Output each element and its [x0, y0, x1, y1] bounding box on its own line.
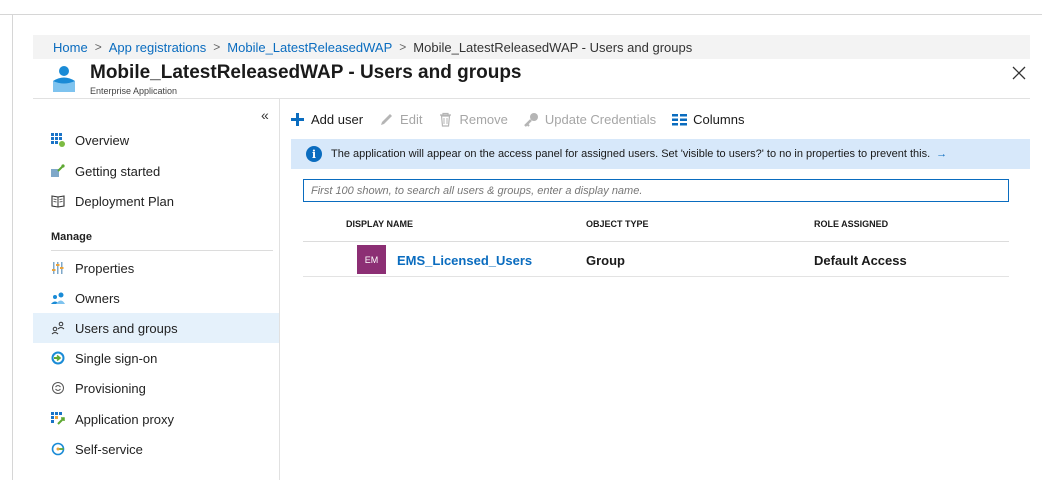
- sidebar-item-provisioning[interactable]: Provisioning: [33, 373, 279, 403]
- info-banner: i The application will appear on the acc…: [291, 139, 1030, 169]
- sidebar-item-properties[interactable]: Properties: [33, 253, 279, 283]
- sidebar: « Overview Getting started Deployment Pl…: [33, 99, 280, 480]
- breadcrumb-separator: >: [213, 40, 221, 54]
- sidebar-item-overview[interactable]: Overview: [33, 125, 279, 155]
- trash-icon: [438, 112, 453, 127]
- section-title-manage: Manage: [51, 231, 92, 243]
- sidebar-item-label: Provisioning: [75, 380, 146, 396]
- pencil-icon: [379, 112, 394, 127]
- sidebar-item-label: Properties: [75, 260, 135, 276]
- columns-button[interactable]: Columns: [672, 112, 744, 127]
- info-banner-text: The application will appear on the acces…: [331, 148, 931, 160]
- overview-icon: [51, 133, 65, 147]
- provisioning-icon: [51, 381, 65, 395]
- column-header-display-name[interactable]: DISPLAY NAME: [346, 219, 413, 229]
- column-header-role-assigned[interactable]: ROLE ASSIGNED: [814, 219, 888, 229]
- sidebar-item-getting-started[interactable]: Getting started: [33, 156, 279, 186]
- sidebar-item-label: Getting started: [75, 163, 161, 179]
- page-header: Mobile_LatestReleasedWAP - Users and gro…: [33, 59, 1030, 99]
- update-credentials-label: Update Credentials: [544, 111, 657, 127]
- edit-label: Edit: [400, 111, 423, 127]
- add-user-button[interactable]: Add user: [290, 112, 363, 127]
- add-user-label: Add user: [311, 111, 364, 127]
- book-icon: [51, 194, 65, 208]
- role-assigned-cell: Default Access: [814, 253, 907, 268]
- sidebar-item-label: Application proxy: [75, 411, 174, 427]
- sidebar-item-single-sign-on[interactable]: Single sign-on: [33, 343, 279, 373]
- breadcrumb-separator: >: [94, 40, 102, 54]
- breadcrumb-app[interactable]: Mobile_LatestReleasedWAP: [227, 40, 392, 55]
- columns-label: Columns: [693, 111, 745, 127]
- table-row[interactable]: EM EMS_Licensed_Users Group Default Acce…: [303, 244, 1009, 277]
- remove-label: Remove: [459, 111, 508, 127]
- breadcrumb-separator: >: [399, 40, 407, 54]
- sidebar-item-label: Single sign-on: [75, 350, 158, 366]
- owners-icon: [51, 291, 65, 305]
- users-groups-icon: [51, 321, 65, 335]
- breadcrumb: Home > App registrations > Mobile_Latest…: [33, 35, 1030, 59]
- sidebar-item-users-and-groups[interactable]: Users and groups: [33, 313, 279, 343]
- display-name-link[interactable]: EMS_Licensed_Users: [397, 253, 532, 268]
- table-header-divider: [303, 241, 1009, 242]
- search-input[interactable]: [303, 179, 1009, 202]
- enterprise-app-icon: [53, 66, 75, 92]
- column-header-object-type[interactable]: OBJECT TYPE: [586, 219, 649, 229]
- close-icon[interactable]: [1010, 64, 1028, 82]
- arrow-right-icon[interactable]: →: [936, 148, 947, 160]
- avatar: EM: [357, 245, 386, 274]
- object-type-cell: Group: [586, 253, 625, 268]
- page-title: Mobile_LatestReleasedWAP - Users and gro…: [90, 62, 522, 83]
- key-icon: [523, 112, 539, 127]
- breadcrumb-home[interactable]: Home: [53, 40, 88, 55]
- section-divider: [51, 250, 273, 251]
- breadcrumb-app-registrations[interactable]: App registrations: [109, 40, 207, 55]
- app-proxy-icon: [51, 412, 65, 426]
- edit-button[interactable]: Edit: [379, 112, 422, 127]
- collapse-sidebar-button[interactable]: «: [261, 107, 269, 123]
- sidebar-item-self-service[interactable]: Self-service: [33, 434, 279, 464]
- plus-icon: [290, 112, 305, 127]
- page-subtitle: Enterprise Application: [90, 86, 178, 96]
- sidebar-item-label: Overview: [75, 132, 130, 148]
- columns-icon: [672, 112, 688, 127]
- sidebar-item-label: Owners: [75, 290, 120, 306]
- frame-left-border: [12, 14, 13, 480]
- sidebar-item-label: Users and groups: [75, 320, 178, 336]
- frame-top-border: [0, 14, 1042, 15]
- sidebar-item-deployment-plan[interactable]: Deployment Plan: [33, 186, 279, 216]
- info-icon: i: [306, 146, 322, 162]
- sidebar-item-application-proxy[interactable]: Application proxy: [33, 404, 279, 434]
- rocket-icon: [51, 164, 65, 178]
- sidebar-item-label: Self-service: [75, 441, 143, 457]
- properties-icon: [51, 261, 65, 275]
- breadcrumb-current: Mobile_LatestReleasedWAP - Users and gro…: [413, 39, 693, 55]
- sidebar-item-owners[interactable]: Owners: [33, 283, 279, 313]
- sidebar-item-label: Deployment Plan: [75, 193, 174, 209]
- command-toolbar: Add user Edit Remove Update Credentials: [290, 109, 760, 129]
- remove-button[interactable]: Remove: [438, 111, 508, 127]
- self-service-icon: [51, 442, 65, 456]
- sso-icon: [51, 351, 65, 365]
- update-credentials-button[interactable]: Update Credentials: [523, 111, 657, 127]
